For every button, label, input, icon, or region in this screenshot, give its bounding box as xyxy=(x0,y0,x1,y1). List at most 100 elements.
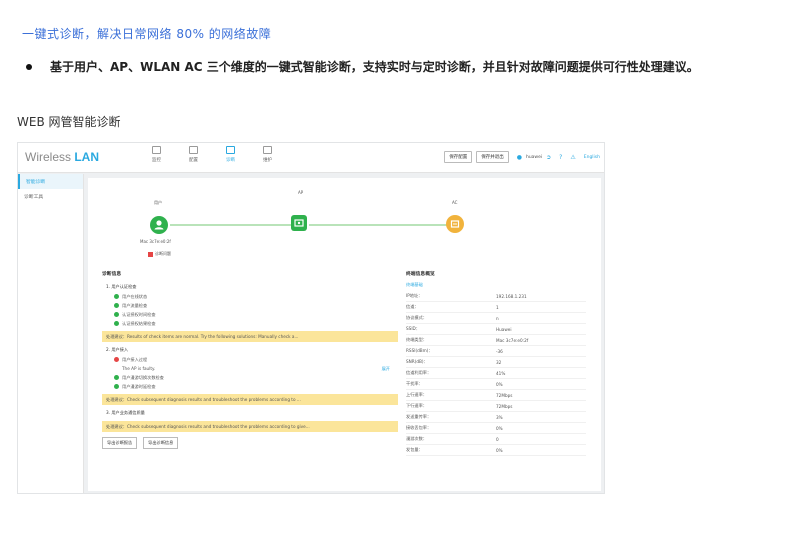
kv-value: 32 xyxy=(496,359,502,365)
export-info-button[interactable]: 导出诊断信息 xyxy=(143,437,179,449)
ap-node-caption: AP xyxy=(298,190,304,195)
check-label: 用户接入过程 xyxy=(122,356,148,362)
nav-monitor[interactable]: 监控 xyxy=(138,146,175,163)
kv-key: 上行速率： xyxy=(406,392,427,397)
terminal-subtitle: 终端基础 xyxy=(406,282,423,287)
ok-icon xyxy=(114,321,119,326)
kv-key: 发包量： xyxy=(406,447,423,452)
kv-key: SSID： xyxy=(406,326,420,331)
user-node-icon[interactable] xyxy=(150,216,168,234)
nav-label: 维护 xyxy=(263,158,272,163)
terminal-kv-row: 漫游次数： 0 xyxy=(406,434,586,445)
kv-key: 信道利用率： xyxy=(406,370,432,375)
check-item: 用户流量检查 xyxy=(102,301,398,310)
check-label: 用户漫游切换次数检查 xyxy=(122,374,164,380)
group-access[interactable]: 2. 用户接入 xyxy=(102,345,398,355)
check-label: 认证授权结果检查 xyxy=(122,320,156,326)
kv-value: n xyxy=(496,315,499,321)
check-detail-text: The AP is faulty. xyxy=(122,366,156,371)
group-auth[interactable]: 1. 用户认证检查 xyxy=(102,282,398,292)
kv-value: 1 xyxy=(496,304,499,310)
kv-value: 192.168.1.231 xyxy=(496,293,527,299)
terminal-kv-row: 终端类型： Mac 3c7e:e0:2f xyxy=(406,335,586,346)
kv-key: 接收丢包率： xyxy=(406,425,432,430)
error-icon xyxy=(114,357,119,362)
logout-icon[interactable]: ➲ xyxy=(546,154,551,161)
terminal-title: 终端信息概览 xyxy=(406,272,435,277)
terminal-info-panel: 终端信息概览 终端基础 IP地址： 192.168.1.231 信道： 1 协议模式： n… xyxy=(406,270,586,456)
nav-config[interactable]: 配置 xyxy=(175,146,212,163)
sidebar-item-smart-diagnosis[interactable]: 智能诊断 xyxy=(18,174,83,189)
kv-value: 72Mbps xyxy=(496,403,513,409)
kv-value: 0% xyxy=(496,381,503,387)
top-bar: Wireless LAN 监控 配置 诊断 维护 保存配置 保存并退出 ● hu… xyxy=(18,143,604,173)
terminal-kv-row: RSSI(dBm)： -36 xyxy=(406,346,586,357)
doc-bullet: 基于用户、AP、WLAN AC 三个维度的一键式智能诊断，支持实时与定时诊断，并… xyxy=(26,58,699,75)
kv-key: 下行速率： xyxy=(406,403,427,408)
help-icon[interactable]: ? xyxy=(559,154,562,161)
terminal-kv-row: 下行速率： 72Mbps xyxy=(406,401,586,412)
ok-icon xyxy=(114,375,119,380)
app-logo: Wireless LAN xyxy=(25,150,99,164)
kv-key: RSSI(dBm)： xyxy=(406,348,433,353)
nav-maintain[interactable]: 维护 xyxy=(249,146,286,163)
config-icon xyxy=(189,146,198,154)
nav-diagnose[interactable]: 诊断 xyxy=(212,146,249,163)
terminal-kv-row: 干扰率： 0% xyxy=(406,379,586,390)
ok-icon xyxy=(114,384,119,389)
logo-accent: LAN xyxy=(74,150,100,164)
nav-label: 诊断 xyxy=(226,158,235,163)
check-item: 用户漫游切换次数检查 xyxy=(102,373,398,382)
suggestion-bar: 处理建议：Check subsequent diagnosis results … xyxy=(102,421,398,432)
sidebar-item-diagnosis-tools[interactable]: 诊断工具 xyxy=(18,189,83,204)
flow-line-ap-ac xyxy=(309,224,449,226)
group-quality[interactable]: 3. 用户业务通信质量 xyxy=(102,408,398,418)
diagnosis-title: 诊断信息 xyxy=(102,272,122,277)
logo-prefix: Wireless xyxy=(25,150,75,164)
kv-value: 0 xyxy=(496,436,499,442)
ap-node-icon[interactable] xyxy=(291,215,307,231)
kv-value: Huawei xyxy=(496,326,512,332)
check-label: 认证授权时间检查 xyxy=(122,311,156,317)
ac-node-icon[interactable] xyxy=(446,215,464,233)
nav-label: 监控 xyxy=(152,158,161,163)
alarm-icon[interactable]: ⚠ xyxy=(570,154,575,161)
check-item: 用户漫游时延检查 xyxy=(102,382,398,391)
check-label: 用户流量检查 xyxy=(122,302,148,308)
terminal-kv-row: 发包量： 0% xyxy=(406,445,586,456)
save-config-button[interactable]: 保存配置 xyxy=(444,151,473,163)
top-right-tools: 保存配置 保存并退出 ● huawei ➲ ? ⚠ English xyxy=(444,151,600,163)
user-icon[interactable]: ● xyxy=(517,154,522,161)
terminal-kv-row: SNR(dB)： 32 xyxy=(406,357,586,368)
terminal-kv-row: 接收丢包率： 0% xyxy=(406,423,586,434)
kv-value: -36 xyxy=(496,348,503,354)
kv-key: 漫游次数： xyxy=(406,436,427,441)
check-item-detail: The AP is faulty. 展开 xyxy=(102,364,398,373)
sidebar: 智能诊断 诊断工具 xyxy=(18,174,84,493)
diagnosis-panel: 诊断信息 1. 用户认证检查 用户在线状态 用户流量检查 认证授权时间检查 认证… xyxy=(102,270,398,449)
access-point-icon xyxy=(294,219,304,227)
fault-tag[interactable]: 诊断问题 xyxy=(148,251,171,257)
kv-value: 3% xyxy=(496,414,503,420)
monitor-icon xyxy=(152,146,161,154)
terminal-kv-row: SSID： Huawei xyxy=(406,324,586,335)
kv-key: 终端类型： xyxy=(406,337,427,342)
user-name[interactable]: huawei xyxy=(526,155,542,160)
expand-link[interactable]: 展开 xyxy=(382,366,398,372)
kv-key: 信道： xyxy=(406,304,419,309)
fault-label: 诊断问题 xyxy=(155,251,171,256)
language-switch[interactable]: English xyxy=(584,155,600,160)
export-report-button[interactable]: 导出诊断报告 xyxy=(102,437,138,449)
kv-value: 72Mbps xyxy=(496,392,513,398)
ok-icon xyxy=(114,303,119,308)
nav-label: 配置 xyxy=(189,158,198,163)
doc-bullet-text: 基于用户、AP、WLAN AC 三个维度的一键式智能诊断，支持实时与定时诊断，并… xyxy=(50,60,699,74)
export-buttons: 导出诊断报告 导出诊断信息 xyxy=(102,437,398,449)
check-label: 用户漫游时延检查 xyxy=(122,383,156,389)
kv-key: IP地址： xyxy=(406,293,423,298)
ac-node-caption: AC xyxy=(452,200,458,205)
check-label: 用户在线状态 xyxy=(122,293,148,299)
web-console-screenshot: Wireless LAN 监控 配置 诊断 维护 保存配置 保存并退出 ● hu… xyxy=(17,142,605,494)
terminal-kv-row: 协议模式： n xyxy=(406,313,586,324)
save-exit-button[interactable]: 保存并退出 xyxy=(476,151,509,163)
